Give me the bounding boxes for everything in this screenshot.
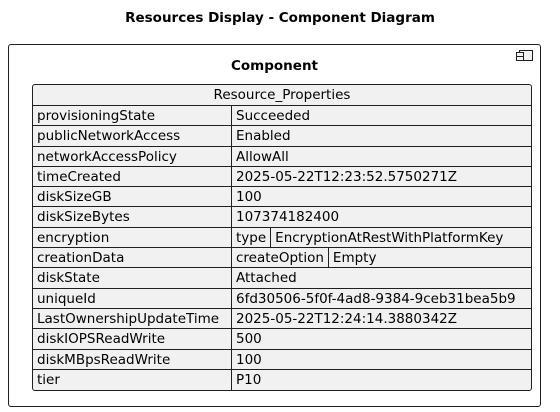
- nested-key: createOption: [232, 248, 329, 268]
- property-key: timeCreated: [33, 166, 232, 187]
- nested-value: EncryptionAtRestWithPlatformKey: [275, 229, 504, 246]
- table-row: timeCreated 2025-05-22T12:23:52.5750271Z: [33, 166, 531, 188]
- property-key: LastOwnershipUpdateTime: [33, 308, 232, 329]
- property-value: 100: [236, 189, 262, 206]
- table-row: LastOwnershipUpdateTime 2025-05-22T12:24:…: [33, 308, 531, 330]
- property-key: creationData: [33, 248, 232, 268]
- component-box: Component Resource_Properties provisioni…: [8, 44, 541, 407]
- property-value: 6fd30506-5f0f-4ad8-9384-9ceb31bea5b9: [236, 290, 516, 307]
- property-key: provisioningState: [33, 106, 232, 126]
- property-key: uniqueId: [33, 288, 232, 308]
- property-value: AllowAll: [236, 148, 289, 165]
- property-value: Enabled: [236, 128, 291, 145]
- nested-property: createOption Empty: [232, 248, 380, 268]
- table-header: Resource_Properties: [33, 85, 531, 106]
- table-row: encryption type EncryptionAtRestWithPlatfo…: [33, 227, 531, 249]
- table-row: tier P10: [33, 369, 531, 391]
- nested-property: type EncryptionAtRestWithPlatformKey: [232, 227, 507, 248]
- diagram-title: Resources Display - Component Diagram: [125, 10, 435, 26]
- property-key: diskMBpsReadWrite: [33, 349, 232, 369]
- property-key: diskSizeGB: [33, 187, 232, 207]
- table-row: provisioningState Succeeded: [33, 106, 531, 127]
- property-value: 500: [236, 331, 262, 348]
- property-value: 100: [236, 351, 262, 368]
- table-row: networkAccessPolicy AllowAll: [33, 146, 531, 167]
- property-value: 2025-05-22T12:23:52.5750271Z: [236, 168, 457, 185]
- table-row: publicNetworkAccess Enabled: [33, 126, 531, 147]
- property-key: diskState: [33, 268, 232, 288]
- property-key: diskSizeBytes: [33, 207, 232, 227]
- property-key: tier: [33, 369, 232, 391]
- table-row: diskState Attached: [33, 268, 531, 289]
- property-value: P10: [236, 371, 262, 388]
- table-row: diskMBpsReadWrite 100: [33, 349, 531, 370]
- property-value: 107374182400: [236, 209, 340, 226]
- property-key: encryption: [33, 227, 232, 248]
- table-row: creationData createOption Empty: [33, 248, 531, 269]
- resource-properties-table: Resource_Properties provisioningState Suc…: [32, 84, 532, 392]
- component-label: Component: [230, 58, 319, 74]
- property-key: networkAccessPolicy: [33, 146, 232, 166]
- property-value: Attached: [236, 270, 297, 287]
- table-rows: provisioningState Succeeded publicNetworkA…: [33, 106, 531, 391]
- table-row: diskIOPSReadWrite 500: [33, 329, 531, 350]
- table-row: uniqueId 6fd30506-5f0f-4ad8-9384-9ceb31be…: [33, 288, 531, 309]
- nested-value: Empty: [332, 250, 377, 267]
- table-row: diskSizeGB 100: [33, 187, 531, 208]
- property-key: diskIOPSReadWrite: [33, 329, 232, 349]
- property-key: publicNetworkAccess: [33, 126, 232, 146]
- property-value: 2025-05-22T12:24:14.3880342Z: [236, 310, 457, 327]
- nested-key: type: [232, 227, 272, 248]
- property-value: Succeeded: [236, 108, 311, 124]
- table-row: diskSizeBytes 107374182400: [33, 207, 531, 228]
